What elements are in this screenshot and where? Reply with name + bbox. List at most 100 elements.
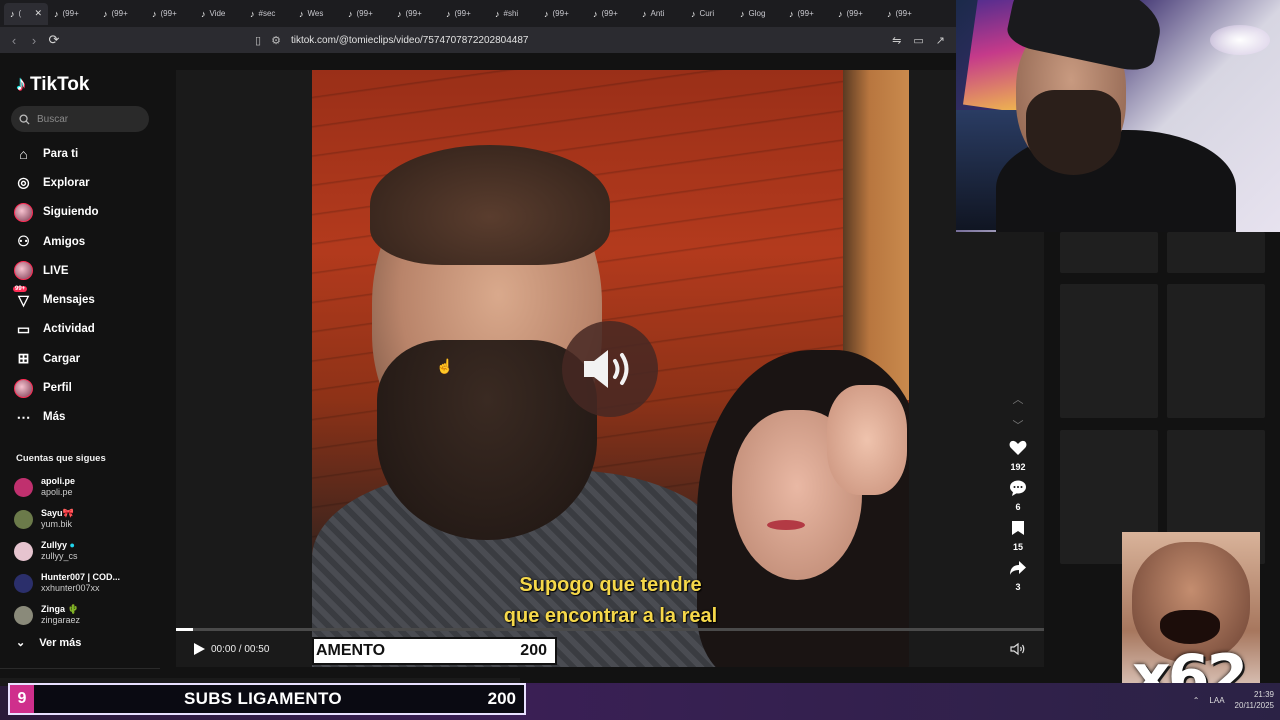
play-icon[interactable] — [192, 642, 206, 656]
activity-icon: ▭ — [16, 320, 31, 337]
tiktok-favicon-icon: ♪ — [446, 8, 451, 19]
share-page-icon[interactable]: ↗ — [936, 34, 945, 47]
tiktok-favicon-icon: ♪ — [691, 8, 696, 19]
streamer-beard — [1026, 90, 1121, 175]
following-avatar-icon — [14, 202, 33, 222]
search-box[interactable] — [11, 106, 149, 132]
see-more-button[interactable]: ⌄ Ver más — [16, 636, 82, 650]
sidebar-item-m-s[interactable]: ⋯ Más — [14, 403, 99, 432]
clock[interactable]: 21:39 20/11/2025 — [1235, 689, 1274, 711]
account-name-text: Sayu🎀 — [41, 508, 74, 518]
sidebar-item-label: Amigos — [43, 235, 86, 248]
sidebar-item-actividad[interactable]: ▭ Actividad — [14, 315, 99, 344]
browser-tab[interactable]: ♪ (99+ — [342, 3, 391, 25]
following-account[interactable]: Zullyy ● zullyy_cs — [14, 535, 120, 567]
avatar — [14, 605, 33, 625]
volume-icon[interactable] — [1010, 642, 1026, 656]
tiktok-favicon-icon: ♪ — [838, 8, 843, 19]
url-text[interactable]: tiktok.com/@tomieclips/video/75747078722… — [291, 35, 529, 46]
browser-tab[interactable]: ♪ (99+ — [538, 3, 587, 25]
sidebar-item-amigos[interactable]: ⚇ Amigos — [14, 227, 99, 256]
save-button[interactable]: 15 — [1011, 520, 1025, 558]
account-text: apoli.pe apoli.pe — [41, 476, 75, 498]
browser-tab[interactable]: ♪ (99+ — [146, 3, 195, 25]
like-count: 192 — [1010, 462, 1026, 472]
following-account[interactable]: apoli.pe apoli.pe — [14, 471, 120, 503]
brand-name: TikTok — [30, 73, 90, 95]
chevron-down-icon[interactable]: ﹀ — [1013, 412, 1024, 438]
chevron-up-icon[interactable]: ︿ — [1013, 386, 1024, 412]
tiktok-logo[interactable]: ♪ TikTok — [16, 73, 89, 96]
tiktok-favicon-icon: ♪ — [740, 8, 745, 19]
sidebar-item-live[interactable]: LIVE — [14, 256, 99, 285]
search-input[interactable] — [37, 113, 137, 125]
browser-tab[interactable]: ♪ Vide — [195, 3, 244, 25]
comment-button[interactable]: 6 — [1009, 480, 1027, 518]
cast-icon[interactable]: ▭ — [913, 34, 923, 47]
avatar — [14, 573, 33, 593]
language-indicator[interactable]: LAA — [1209, 696, 1224, 705]
following-account[interactable]: Zinga 🌵 zingaraez — [14, 599, 120, 631]
tiktok-favicon-icon: ♪ — [10, 8, 15, 19]
sidebar-item-siguiendo[interactable]: Siguiendo — [14, 198, 99, 227]
more-icon: ⋯ — [16, 408, 31, 425]
sidebar: ♪ TikTok ⌂ Para ti ◎ Explorar Siguiendo ⚇ Amig… — [0, 53, 176, 683]
subs-count: 9 — [10, 685, 34, 713]
see-more-label: Ver más — [39, 636, 82, 649]
sidebar-item-label: Para ti — [43, 147, 79, 160]
sidebar-item-label: Explorar — [43, 176, 90, 189]
woman-lips — [767, 520, 805, 530]
browser-tab[interactable]: ♪ (99+ — [48, 3, 97, 25]
browser-tab[interactable]: ♪ (99+ — [783, 3, 832, 25]
bookmark-icon[interactable]: ▯ — [255, 34, 261, 47]
video-thumbnail[interactable] — [1060, 232, 1158, 273]
browser-tab[interactable]: ♪ (99+ — [391, 3, 440, 25]
sidebar-item-perfil[interactable]: Perfil — [14, 373, 99, 402]
account-name: apoli.pe — [41, 476, 75, 487]
browser-tab[interactable]: ♪ (99+ — [587, 3, 636, 25]
video-progress-bar[interactable] — [176, 628, 1044, 631]
browser-tab[interactable]: ♪(✕ — [4, 2, 48, 25]
video-thumbnail[interactable] — [1060, 284, 1158, 418]
unmute-button[interactable] — [562, 321, 658, 417]
following-account[interactable]: Hunter007 | COD... xxhunter007xx — [14, 567, 120, 599]
video-thumbnail[interactable] — [1167, 284, 1265, 418]
tiktok-favicon-icon: ♪ — [250, 8, 255, 19]
tray-chevron-icon[interactable]: ⌃ — [1193, 696, 1200, 705]
browser-tab[interactable]: ♪ Anti — [636, 3, 685, 25]
sidebar-item-para-ti[interactable]: ⌂ Para ti — [14, 139, 99, 168]
sidebar-item-cargar[interactable]: ⊞ Cargar — [14, 344, 99, 373]
following-account[interactable]: Sayu🎀 yum.bik — [14, 503, 120, 535]
friends-icon: ⚇ — [17, 233, 30, 250]
browser-tab[interactable]: ♪ (99+ — [881, 3, 930, 25]
browser-tab[interactable]: ♪ Wes — [293, 3, 342, 25]
tiktok-favicon-icon: ♪ — [152, 8, 157, 19]
forward-icon[interactable]: › — [24, 30, 44, 50]
video-thumbnail[interactable] — [1167, 232, 1265, 273]
sidebar-item-mensajes[interactable]: ▽ 99+ Mensajes — [13, 285, 99, 314]
sidebar-item-explorar[interactable]: ◎ Explorar — [14, 168, 99, 197]
account-text: Zinga 🌵 zingaraez — [41, 604, 80, 626]
address-bar[interactable]: ▯ ⚙ tiktok.com/@tomieclips/video/7574707… — [255, 31, 955, 49]
reload-icon[interactable]: ⟳ — [44, 30, 64, 50]
tab-label: Curi — [699, 9, 715, 18]
browser-tab[interactable]: ♪ #sec — [244, 3, 293, 25]
browser-tab[interactable]: ♪ (99+ — [440, 3, 489, 25]
avatar — [14, 378, 33, 398]
browser-tab[interactable]: ♪ Curi — [685, 3, 734, 25]
like-button[interactable]: 192 — [1009, 440, 1027, 478]
reader-mode-icon[interactable]: ⇋ — [892, 34, 901, 47]
site-info-icon[interactable]: ⚙ — [271, 34, 281, 47]
browser-tab[interactable]: ♪ #shi — [489, 3, 538, 25]
back-icon[interactable]: ‹ — [4, 30, 24, 50]
close-tab-icon[interactable]: ✕ — [34, 8, 42, 19]
browser-tab[interactable]: ♪ Glog — [734, 3, 783, 25]
chevron-down-icon: ⌄ — [16, 637, 26, 649]
tiktok-favicon-icon: ♪ — [103, 8, 108, 19]
video-progress-fill — [176, 628, 194, 631]
share-button[interactable]: 3 — [1009, 560, 1027, 598]
tab-label: (99+ — [62, 9, 79, 18]
browser-tab[interactable]: ♪ (99+ — [97, 3, 146, 25]
browser-tab[interactable]: ♪ (99+ — [832, 3, 881, 25]
tab-label: (99+ — [797, 9, 814, 18]
